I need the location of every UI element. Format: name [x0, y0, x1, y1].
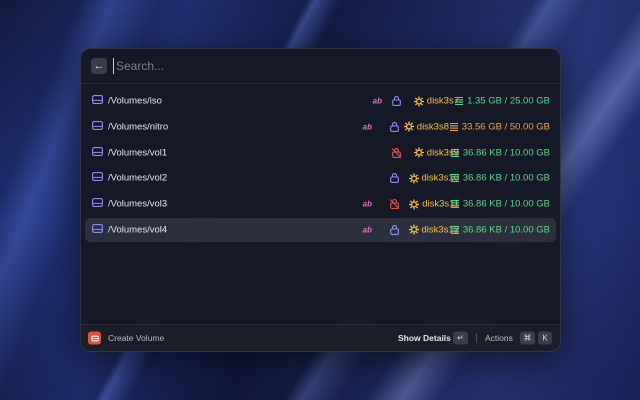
volume-list: /Volumes/iso ab disk3s7 1.35 GB / 25.00 GB /…	[81, 84, 560, 242]
storage-bars-icon	[450, 174, 463, 183]
create-volume-app-icon	[88, 331, 101, 345]
lock-slash-icon	[391, 147, 402, 158]
volume-size-label: 33.56 GB / 50.00 GB	[461, 121, 550, 133]
volume-size-label: 1.35 GB / 25.00 GB	[467, 95, 550, 107]
show-details-button[interactable]: Show Details	[398, 333, 451, 343]
footer-divider	[476, 333, 477, 343]
volume-size: 1.35 GB / 25.00 GB	[455, 96, 550, 107]
actions-button[interactable]: Actions	[485, 333, 513, 343]
storage-bars-icon	[449, 122, 462, 131]
volume-path: /Volumes/vol4	[108, 224, 168, 236]
search-input[interactable]	[113, 58, 498, 74]
primary-action-label[interactable]: Create Volume	[108, 333, 164, 343]
gear-icon	[409, 199, 422, 210]
volume-row[interactable]: /Volumes/vol4 ab disk3s12 36.86 KB / 10.00 …	[85, 217, 556, 242]
back-button[interactable]: ←	[91, 58, 107, 74]
enter-key-icon: ↵	[453, 331, 468, 345]
lock-icon	[392, 96, 401, 106]
volume-path: /Volumes/vol1	[108, 147, 168, 159]
volume-size: 33.56 GB / 50.00 GB	[449, 121, 550, 133]
disk-icon	[92, 95, 103, 107]
volume-path: /Volumes/vol3	[108, 198, 168, 210]
lock-icon	[390, 225, 399, 235]
disk-id-label: disk3s8	[416, 121, 449, 133]
arrow-left-icon: ←	[93, 60, 105, 72]
disk-icon	[92, 172, 103, 184]
volume-row[interactable]: /Volumes/vol2 disk3s10 36.86 KB / 10.00 GB	[85, 166, 556, 190]
k-key-icon: K	[538, 331, 552, 345]
lock-icon	[390, 173, 399, 184]
gear-icon	[413, 147, 427, 158]
storage-bars-icon	[450, 225, 463, 235]
raycast-window: ← /Volumes/iso ab disk3s7 1.35 GB / 25.00 G…	[80, 48, 561, 352]
storage-bars-icon	[450, 148, 463, 157]
volume-size-label: 36.86 KB / 10.00 GB	[462, 172, 550, 184]
volume-row[interactable]: /Volumes/vol3 ab disk3s11 36.86 KB / 10.00 …	[85, 192, 556, 216]
volume-path: /Volumes/iso	[108, 95, 162, 107]
gear-icon	[403, 121, 417, 132]
gear-icon	[408, 173, 422, 184]
volume-size: 36.86 KB / 10.00 GB	[450, 147, 550, 159]
disk-icon	[92, 224, 103, 236]
disk-id: disk3s7	[413, 96, 459, 107]
lock-slash-icon	[389, 199, 400, 210]
disk-id: disk3s8	[403, 121, 449, 133]
volume-size-label: 36.86 KB / 10.00 GB	[462, 198, 550, 210]
volume-size: 36.86 KB / 10.00 GB	[450, 224, 550, 236]
volume-path: /Volumes/vol2	[108, 172, 168, 184]
disk-icon	[92, 120, 103, 133]
volume-size-label: 36.86 KB / 10.00 GB	[462, 147, 550, 159]
action-bar: Create Volume Show Details ↵ Actions ⌘ K	[81, 324, 560, 351]
storage-bars-icon	[455, 96, 467, 106]
gear-icon	[408, 224, 422, 235]
volume-row[interactable]: /Volumes/nitro ab disk3s8 33.56 GB / 50.00 …	[85, 115, 556, 139]
volume-row[interactable]: /Volumes/iso ab disk3s7 1.35 GB / 25.00 GB	[85, 89, 556, 113]
volume-size-label: 36.86 KB / 10.00 GB	[462, 224, 550, 236]
search-bar: ←	[81, 49, 560, 84]
storage-bars-icon	[450, 200, 463, 209]
case-sensitive-badge: ab	[372, 96, 382, 106]
volume-size: 36.86 KB / 10.00 GB	[450, 172, 550, 184]
command-key-icon: ⌘	[520, 331, 535, 345]
volume-size: 36.86 KB / 10.00 GB	[450, 198, 550, 210]
disk-icon	[92, 146, 103, 159]
volume-row[interactable]: /Volumes/vol1 disk3s9 36.86 KB / 10.00 GB	[85, 141, 556, 165]
disk-icon	[92, 198, 103, 210]
case-sensitive-badge: ab	[362, 122, 372, 132]
case-sensitive-badge: ab	[362, 199, 372, 209]
gear-icon	[413, 96, 427, 106]
case-sensitive-badge: ab	[362, 225, 372, 235]
volume-path: /Volumes/nitro	[108, 121, 169, 133]
lock-icon	[390, 121, 399, 132]
